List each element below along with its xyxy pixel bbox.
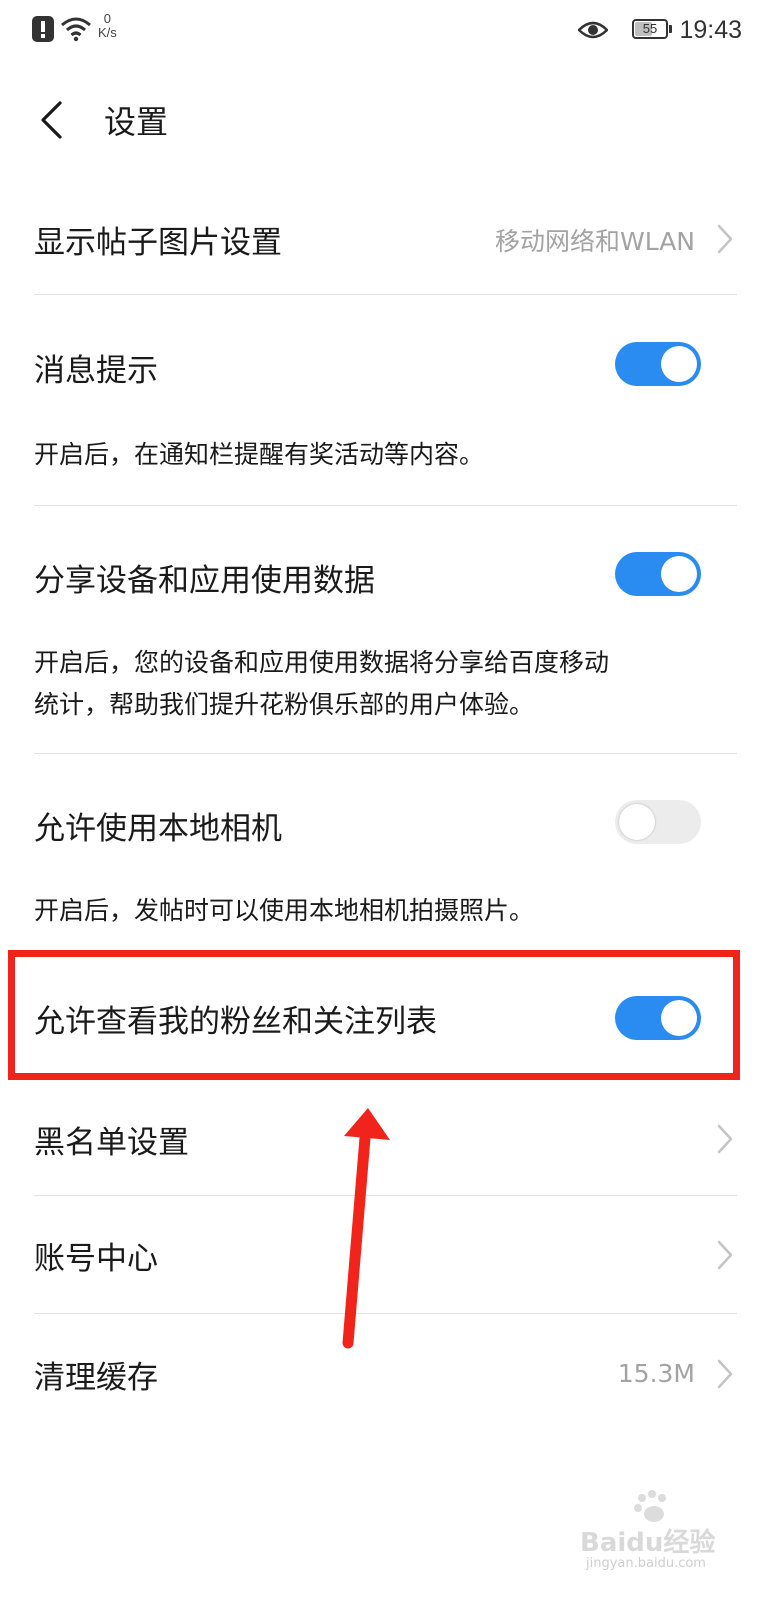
setting-label: 清理缓存 xyxy=(34,1360,158,1396)
network-speed-value: 0 xyxy=(103,11,112,26)
setting-description: 开启后，发帖时可以使用本地相机拍摄照片。 xyxy=(34,896,535,925)
watermark-url: jingyan.baidu.com xyxy=(586,1556,706,1571)
setting-label: 显示帖子图片设置 xyxy=(34,225,282,261)
setting-row-message-tip: 消息提示 xyxy=(34,330,737,400)
battery-level: 55 xyxy=(642,21,658,36)
setting-value: 15.3M xyxy=(617,1359,695,1388)
setting-label: 消息提示 xyxy=(34,353,158,389)
eye-icon xyxy=(578,21,608,39)
setting-label: 分享设备和应用使用数据 xyxy=(34,563,375,599)
setting-label: 黑名单设置 xyxy=(34,1125,189,1161)
setting-row-local-camera: 允许使用本地相机 xyxy=(34,788,737,858)
divider xyxy=(34,505,737,506)
setting-description-line: 开启后，您的设备和应用使用数据将分享给百度移动 xyxy=(34,648,610,677)
local-camera-toggle[interactable] xyxy=(615,800,701,844)
annotation-arrow xyxy=(342,1108,390,1349)
baidu-paw-icon xyxy=(634,1490,666,1522)
annotation-highlight-box xyxy=(8,950,740,1080)
divider xyxy=(34,294,737,295)
chevron-right-icon xyxy=(717,224,733,254)
wifi-icon xyxy=(61,17,91,42)
setting-description: 开启后，在通知栏提醒有奖活动等内容。 xyxy=(34,440,485,469)
setting-row-share-data: 分享设备和应用使用数据 xyxy=(34,540,737,610)
status-bar: 0 K/s 55 19:43 xyxy=(0,0,770,60)
chevron-right-icon xyxy=(717,1124,733,1154)
page-title: 设置 xyxy=(104,103,169,141)
setting-description-line: 统计，帮助我们提升花粉俱乐部的用户体验。 xyxy=(34,690,535,719)
status-time: 19:43 xyxy=(679,16,742,44)
battery-tip xyxy=(669,25,672,33)
chevron-right-icon xyxy=(717,1240,733,1270)
network-speed: 0 K/s xyxy=(98,12,117,40)
notification-alert-icon xyxy=(32,16,54,42)
share-data-toggle[interactable] xyxy=(615,552,701,596)
message-tip-toggle[interactable] xyxy=(615,342,701,386)
setting-value: 移动网络和WLAN xyxy=(494,227,695,256)
chevron-right-icon xyxy=(717,1359,733,1389)
divider xyxy=(34,753,737,754)
watermark-logo-text: Baidu经验 xyxy=(580,1528,716,1558)
setting-label: 账号中心 xyxy=(34,1241,158,1277)
back-arrow-icon[interactable] xyxy=(38,100,64,140)
setting-label: 允许使用本地相机 xyxy=(34,811,282,847)
setting-row-image-display[interactable]: 显示帖子图片设置 移动网络和WLAN xyxy=(34,200,737,280)
network-speed-unit: K/s xyxy=(98,25,117,40)
baidu-watermark: Baidu经验 jingyan.baidu.com xyxy=(580,1490,750,1580)
battery-icon: 55 xyxy=(632,19,668,39)
